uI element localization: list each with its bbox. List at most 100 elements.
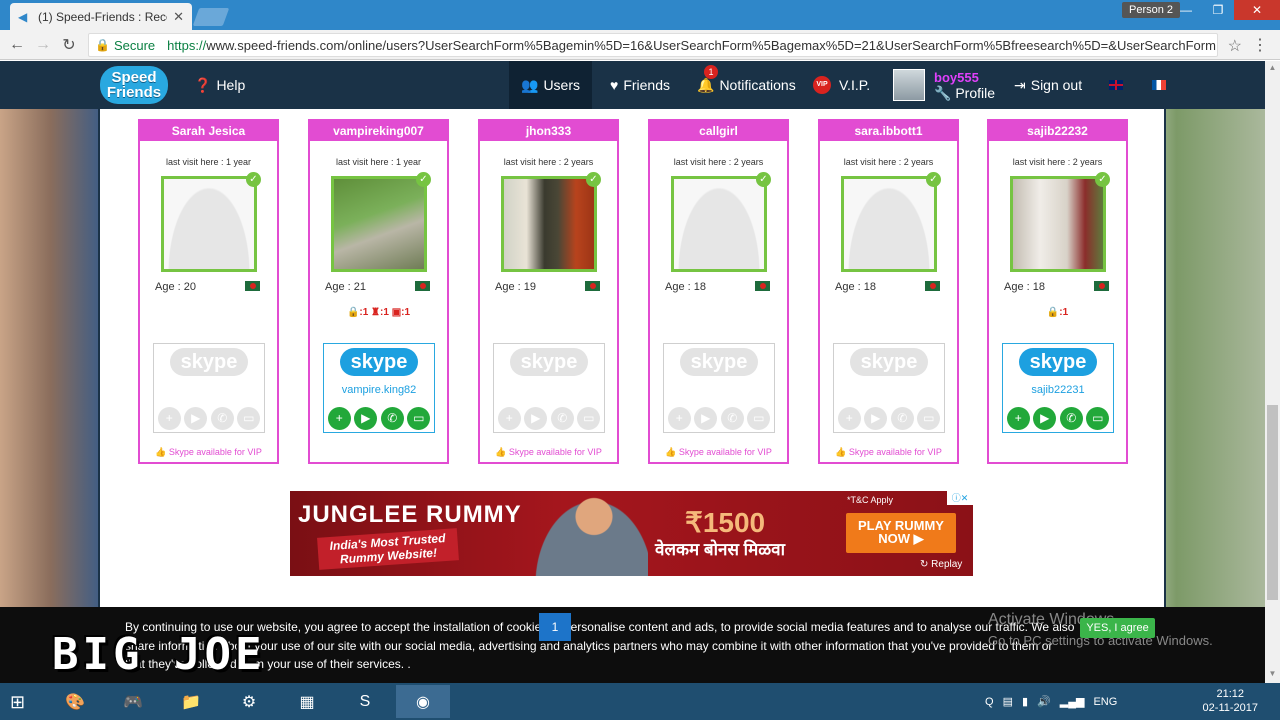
user-name[interactable]: vampireking007 [310, 121, 447, 141]
close-window-icon[interactable]: ✕ [1234, 0, 1280, 20]
user-card[interactable]: vampireking007 last visit here : 1 year … [308, 119, 449, 464]
speed-friends-logo[interactable]: Speed Friends [100, 66, 168, 104]
tab-title: (1) Speed-Friends : Recer [38, 9, 168, 24]
skype-box[interactable]: skype vampire.king82 + ▶ ✆ ▭ [323, 343, 435, 433]
user-name[interactable]: jhon333 [480, 121, 617, 141]
reload-icon[interactable]: ↻ [56, 35, 82, 55]
user-card[interactable]: jhon333 last visit here : 2 years ✓ Age … [478, 119, 619, 464]
bangladesh-flag-icon [245, 281, 260, 291]
ad-person-image [528, 491, 648, 576]
scroll-down-arrow-icon[interactable]: ▼ [1267, 669, 1278, 681]
ad-replay[interactable]: ↻ Replay [920, 559, 962, 570]
user-photo[interactable] [331, 176, 427, 272]
tray-app-icon[interactable]: Q [985, 696, 994, 708]
france-flag-icon[interactable] [1152, 80, 1166, 90]
username[interactable]: boy555 [934, 70, 979, 85]
ad-banner[interactable]: JUNGLEE RUMMY India's Most Trusted Rummy… [290, 491, 973, 576]
ad-play-button[interactable]: PLAY RUMMY NOW ▶ [846, 513, 956, 553]
skype-logo-icon: skype [680, 348, 758, 376]
address-bar[interactable]: 🔒 Secure https://www.speed-friends.com/o… [88, 33, 1218, 57]
video-call-icon: ▶ [864, 407, 888, 430]
back-icon[interactable]: ← [4, 36, 30, 54]
page-number-badge[interactable]: 1 [539, 613, 571, 641]
heart-icon: ♥ [610, 77, 619, 93]
scrollbar-thumb[interactable] [1267, 405, 1278, 600]
last-visit: last visit here : 2 years [843, 157, 934, 167]
browser-tab[interactable]: ◀ (1) Speed-Friends : Recer ✕ [10, 3, 192, 30]
lock-icon: 🔒 [95, 38, 110, 52]
nav-users[interactable]: 👥 Users [509, 61, 592, 109]
user-name[interactable]: sajib22232 [989, 121, 1126, 141]
language-indicator[interactable]: ENG [1093, 696, 1117, 708]
tray-network-icon[interactable]: ▤ [1003, 695, 1013, 708]
video-call-icon[interactable]: ▶ [354, 407, 378, 430]
user-name[interactable]: sara.ibbott1 [820, 121, 957, 141]
nav-notifications-label: Notifications [719, 77, 796, 93]
user-card[interactable]: callgirl last visit here : 2 years ✓ Age… [648, 119, 789, 464]
phone-call-icon[interactable]: ✆ [1059, 407, 1083, 430]
file-explorer-icon[interactable]: 📁 [164, 685, 218, 718]
chrome-menu-icon[interactable]: ⋮ [1252, 35, 1268, 55]
uk-flag-icon[interactable] [1109, 80, 1123, 90]
user-card[interactable]: Sarah Jesica last visit here : 1 year ✓ … [138, 119, 279, 464]
video-call-icon[interactable]: ▶ [1033, 407, 1057, 430]
chrome-app-icon[interactable]: ◉ [396, 685, 450, 718]
bookmark-star-icon[interactable]: ☆ [1228, 36, 1242, 56]
vip-note[interactable]: 👍 Skype available for VIP [480, 447, 617, 458]
forward-icon[interactable]: → [30, 36, 56, 54]
skype-id[interactable]: vampire.king82 [324, 384, 434, 396]
nav-profile[interactable]: 🔧 Profile [934, 85, 995, 102]
tray-battery-icon[interactable]: ▮ [1022, 695, 1028, 708]
last-visit: last visit here : 2 years [503, 157, 594, 167]
user-name[interactable]: callgirl [650, 121, 787, 141]
vip-note[interactable]: 👍 Skype available for VIP [820, 447, 957, 458]
minimize-icon[interactable]: — [1170, 0, 1202, 20]
nav-signout[interactable]: ⇥ Sign out [1014, 61, 1082, 109]
tray-volume-icon[interactable]: 🔊 [1037, 695, 1051, 708]
user-photo-placeholder[interactable] [161, 176, 257, 272]
page-scrollbar[interactable]: ▲ ▼ [1265, 61, 1280, 683]
taskbar-clock[interactable]: 21:12 02-11-2017 [1203, 687, 1258, 715]
chat-icon[interactable]: ▭ [1086, 407, 1110, 430]
paint-app-icon[interactable]: 🎨 [48, 685, 102, 718]
user-photo-placeholder[interactable] [671, 176, 767, 272]
settings-app-icon[interactable]: ⚙ [222, 685, 276, 718]
user-photo[interactable] [501, 176, 597, 272]
nav-friends[interactable]: ♥ Friends [610, 61, 670, 109]
nav-vip[interactable]: VIP V.I.P. [813, 61, 870, 109]
skype-box[interactable]: skype sajib22231 + ▶ ✆ ▭ [1002, 343, 1114, 433]
add-contact-icon[interactable]: + [327, 407, 351, 430]
notification-count-badge: 1 [704, 65, 718, 79]
restore-icon[interactable]: ❐ [1202, 0, 1234, 20]
games-app-icon[interactable]: 🎮 [106, 685, 160, 718]
skype-app-icon[interactable]: S [338, 685, 392, 718]
close-tab-icon[interactable]: ✕ [173, 9, 184, 25]
tray-signal-icon[interactable]: ▂▄▆ [1060, 695, 1085, 708]
scroll-up-arrow-icon[interactable]: ▲ [1267, 63, 1278, 75]
vip-note[interactable]: 👍 Skype available for VIP [140, 447, 277, 458]
calculator-app-icon[interactable]: ▦ [280, 685, 334, 718]
vip-note-label: Skype available for VIP [168, 447, 262, 457]
user-photo-placeholder[interactable] [841, 176, 937, 272]
ad-tagline: India's Most Trusted Rummy Website! [317, 528, 459, 570]
user-photo[interactable] [1010, 176, 1106, 272]
nav-notifications[interactable]: 1 🔔 Notifications [697, 61, 796, 109]
new-tab-button[interactable] [192, 8, 230, 26]
ad-choices-icon[interactable]: ⓘ✕ [947, 491, 973, 505]
phone-call-icon[interactable]: ✆ [380, 407, 404, 430]
user-card[interactable]: sajib22232 last visit here : 2 years ✓ A… [987, 119, 1128, 464]
user-name[interactable]: Sarah Jesica [140, 121, 277, 141]
user-avatar[interactable] [893, 69, 925, 101]
user-age: Age : 21 [325, 281, 366, 293]
cookie-agree-button[interactable]: YES, I agree [1080, 618, 1155, 638]
vip-note[interactable]: 👍 Skype available for VIP [650, 447, 787, 458]
system-tray: Q ▤ ▮ 🔊 ▂▄▆ ENG [985, 683, 1117, 720]
windows-start-icon[interactable]: ⊞ [10, 692, 25, 713]
user-card[interactable]: sara.ibbott1 last visit here : 2 years ✓… [818, 119, 959, 464]
skype-logo-icon: skype [170, 348, 248, 376]
bell-icon: 🔔 [697, 76, 715, 93]
skype-id[interactable]: sajib22231 [1003, 384, 1113, 396]
chat-icon[interactable]: ▭ [407, 407, 431, 430]
add-contact-icon[interactable]: + [1006, 407, 1030, 430]
nav-help[interactable]: ❓ Help [194, 61, 245, 109]
